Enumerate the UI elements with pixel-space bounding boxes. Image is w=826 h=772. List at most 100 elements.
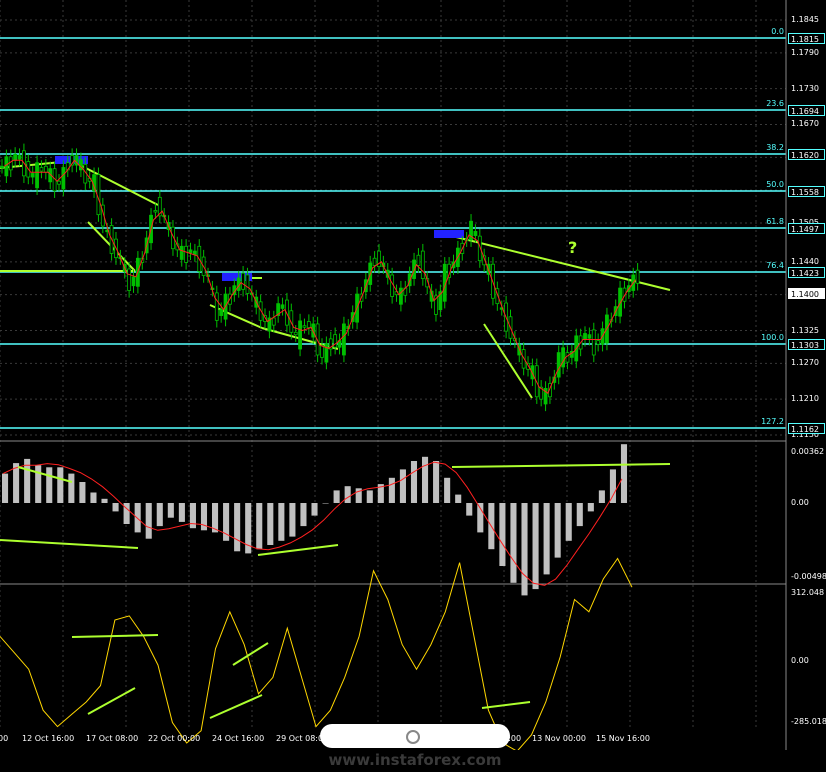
fib-price-tag: 1.1497 xyxy=(788,223,825,234)
macd-bar xyxy=(234,503,241,552)
candle-body xyxy=(399,287,403,305)
macd-bar xyxy=(2,473,9,503)
candle-body xyxy=(302,325,307,328)
cci-axis-bottom: -285.018 xyxy=(791,717,826,726)
macd-bar xyxy=(510,503,517,583)
candle-body xyxy=(473,230,478,236)
candle-body xyxy=(192,250,197,256)
macd-bar xyxy=(609,469,616,503)
macd-bar xyxy=(399,469,406,503)
candle-body xyxy=(61,167,66,190)
time-axis-label: 12 Oct 16:00 xyxy=(22,734,75,743)
macd-bar xyxy=(267,503,274,545)
candle-body xyxy=(280,304,285,309)
macd-bar xyxy=(156,503,163,527)
candle-body xyxy=(153,210,158,213)
time-axis-label: 22 Oct 00:00 xyxy=(148,734,201,743)
fib-price-tag: 1.1694 xyxy=(788,105,825,116)
macd-bar xyxy=(576,503,583,527)
fib-ratio-label: 38.2 xyxy=(766,143,784,152)
watermark-text: www.instaforex.com xyxy=(328,751,502,769)
time-axis-label: 24 Oct 16:00 xyxy=(212,734,265,743)
candlestick-series xyxy=(0,143,640,412)
macd-axis-bottom: -0.00498 xyxy=(791,572,826,581)
macd-bar xyxy=(344,486,351,503)
candle-body xyxy=(35,162,39,189)
candle-body xyxy=(30,173,35,178)
macd-bar xyxy=(455,494,462,503)
macd-bar xyxy=(167,503,174,518)
time-axis-label: 00 xyxy=(0,734,9,743)
macd-axis-top: 0.00362 xyxy=(791,447,825,456)
trading-chart[interactable] xyxy=(0,0,826,750)
macd-bar xyxy=(388,477,395,503)
candle-body xyxy=(565,352,570,363)
trend-lines xyxy=(0,160,671,399)
logo-icon xyxy=(406,730,420,744)
macd-bar xyxy=(134,503,141,533)
candle-body xyxy=(188,249,193,254)
fib-ratio-label: 61.8 xyxy=(766,217,784,226)
candle-body xyxy=(241,272,245,290)
macd-bar xyxy=(278,503,285,541)
macd-bar xyxy=(46,467,53,503)
macd-bar xyxy=(554,503,561,558)
cci-axis-mid: 0.00 xyxy=(791,656,809,665)
candle-body xyxy=(57,180,61,185)
candle-body xyxy=(13,153,18,161)
candle-body xyxy=(0,165,4,169)
divergence-line xyxy=(257,544,339,556)
price-axis-label: 1.1790 xyxy=(791,47,819,57)
candle-body xyxy=(591,329,596,356)
macd-bar xyxy=(57,467,64,503)
macd-bar xyxy=(433,461,440,503)
price-axis-label: 1.1670 xyxy=(791,119,819,129)
price-axis-label: 1.1730 xyxy=(791,83,819,93)
macd-bar xyxy=(112,503,119,512)
macd-bar xyxy=(289,503,296,537)
fib-ratio-label: 100.0 xyxy=(761,333,784,342)
cci-axis-top: 312.048 xyxy=(791,588,825,597)
question-annotation: ? xyxy=(568,238,578,257)
macd-axis-mid: 0.00 xyxy=(791,498,809,507)
highlight-marker xyxy=(434,230,464,238)
macd-bar xyxy=(189,503,196,529)
macd-bar xyxy=(13,463,20,503)
candle-body xyxy=(4,156,9,177)
candle-body xyxy=(43,165,48,173)
watermark[interactable]: www.instaforex.com xyxy=(320,724,510,769)
fib-price-tag: 1.1162 xyxy=(788,423,825,434)
divergence-line xyxy=(481,701,531,709)
candle-body xyxy=(342,323,346,356)
candle-body xyxy=(416,254,421,266)
macd-bar xyxy=(444,477,451,503)
fib-price-tag: 1.1558 xyxy=(788,186,825,197)
candle-body xyxy=(306,321,311,328)
macd-bar xyxy=(499,503,506,566)
macd-bar xyxy=(145,503,152,539)
candle-body xyxy=(372,257,377,266)
candle-body xyxy=(127,268,132,291)
macd-signal-line xyxy=(2,461,623,586)
macd-bar xyxy=(410,461,418,503)
macd-bar xyxy=(587,503,594,512)
fib-price-tag: 1.1303 xyxy=(788,339,825,350)
time-axis-label: 15 Nov 16:00 xyxy=(596,734,650,743)
macd-bar xyxy=(178,503,185,522)
fib-price-tag: 1.1620 xyxy=(788,149,825,160)
macd-bar xyxy=(466,503,473,516)
candle-body xyxy=(635,269,640,284)
candle-body xyxy=(596,340,601,345)
macd-bar xyxy=(68,473,75,503)
fib-ratio-label: 127.2 xyxy=(761,417,784,426)
macd-bar xyxy=(532,503,539,590)
fib-ratio-label: 50.0 xyxy=(766,180,784,189)
macd-bar xyxy=(90,492,97,503)
macd-bar xyxy=(366,490,373,503)
candle-body xyxy=(293,331,298,336)
candle-body xyxy=(179,245,184,260)
fib-ratio-label: 76.4 xyxy=(766,261,784,270)
candle-body xyxy=(8,156,13,171)
macd-bar xyxy=(543,503,550,575)
candle-body xyxy=(583,333,587,340)
